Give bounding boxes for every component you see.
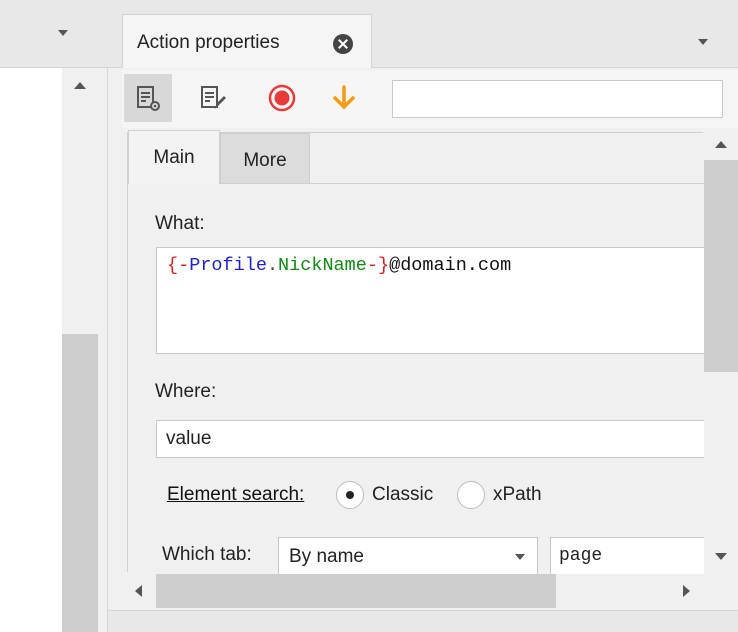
toolbar-search-input[interactable] (392, 80, 723, 118)
what-textarea[interactable]: {-Profile.NickName-}@domain.com (156, 247, 706, 354)
page-input[interactable]: page (550, 537, 706, 575)
radio-xpath-label[interactable]: xPath (493, 484, 542, 506)
toolbar (122, 70, 738, 128)
left-panel-header (0, 0, 108, 68)
radio-xpath[interactable] (457, 481, 485, 509)
what-suffix-text: @domain.com (389, 255, 512, 276)
which-tab-label: Which tab: (162, 544, 252, 565)
where-label: Where: (155, 381, 217, 402)
left-scrollbar-thumb[interactable] (62, 334, 98, 632)
panel-splitter[interactable] (98, 68, 108, 632)
scroll-down-arrow-icon[interactable] (715, 553, 727, 560)
record-button[interactable] (258, 74, 306, 122)
action-properties-tab[interactable]: Action properties (122, 14, 372, 68)
action-settings-button[interactable] (124, 74, 172, 122)
macro-property: NickName (278, 255, 367, 276)
tab-more[interactable]: More (220, 133, 310, 184)
move-down-button[interactable] (320, 74, 368, 122)
left-panel-scrollbar[interactable] (62, 68, 98, 632)
document-pencil-icon (201, 86, 226, 109)
tab-more-label: More (243, 150, 287, 171)
scroll-up-arrow-icon[interactable] (74, 82, 86, 89)
scroll-right-arrow-icon[interactable] (683, 585, 690, 597)
edit-action-button[interactable] (188, 74, 236, 122)
chevron-down-icon (515, 554, 525, 560)
tab-underline-divider (220, 183, 704, 184)
radio-classic-label[interactable]: Classic (372, 484, 433, 506)
horizontal-scrollbar-thumb[interactable] (156, 574, 556, 608)
where-input[interactable]: value (156, 420, 706, 458)
vertical-scrollbar[interactable] (704, 128, 738, 574)
arrow-down-icon (333, 85, 355, 109)
macro-open-brace: {- (167, 255, 190, 276)
macro-close-brace: -} (366, 255, 390, 276)
record-icon (268, 84, 296, 112)
scrollbar-corner (704, 574, 738, 608)
radio-selected-dot (346, 491, 354, 499)
radio-classic[interactable] (336, 481, 364, 509)
properties-content: Main More What: {-Profile.NickName-}@dom… (122, 128, 738, 610)
which-tab-select[interactable]: By name (278, 537, 538, 575)
left-panel-menu-chevron-icon[interactable] (58, 30, 68, 36)
tab-main[interactable]: Main (128, 130, 220, 184)
panel-tab-title: Action properties (137, 32, 280, 53)
panel-menu-chevron-icon[interactable] (698, 39, 708, 45)
what-label: What: (155, 213, 205, 234)
macro-namespace: Profile (189, 255, 267, 276)
panel-header: Action properties (108, 0, 738, 68)
horizontal-scrollbar[interactable] (122, 574, 704, 608)
scroll-left-arrow-icon[interactable] (135, 585, 142, 597)
scroll-up-arrow-icon[interactable] (715, 141, 727, 148)
close-icon[interactable] (333, 34, 353, 54)
which-tab-select-value: By name (289, 546, 364, 567)
panel-bottom-strip (108, 610, 738, 632)
tab-main-label: Main (153, 147, 195, 168)
element-search-link[interactable]: Element search: (167, 484, 304, 506)
document-gear-icon (137, 86, 160, 111)
vertical-scrollbar-thumb[interactable] (704, 160, 738, 372)
left-panel-content (0, 68, 62, 632)
macro-dot: . (266, 255, 279, 276)
